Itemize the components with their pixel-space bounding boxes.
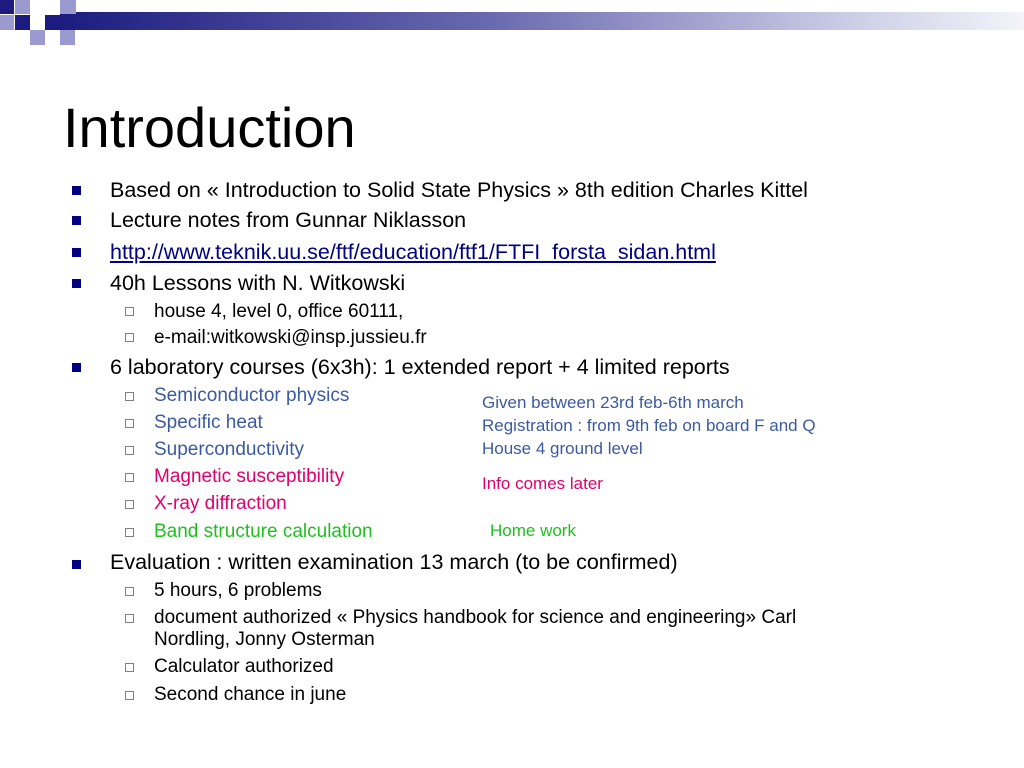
bullet-square-icon — [72, 560, 81, 569]
lab-course-item: Superconductivity — [154, 439, 304, 460]
sub-bullet-text: Calculator authorized — [154, 656, 334, 677]
decoration-square — [60, 0, 76, 14]
decoration-square — [15, 0, 30, 14]
sub-bullet-square-icon — [125, 614, 134, 623]
sub-bullet-text: 5 hours, 6 problems — [154, 580, 322, 601]
bullet-text: Based on « Introduction to Solid State P… — [110, 178, 808, 202]
bullet-text: Lecture notes from Gunnar Niklasson — [110, 208, 467, 232]
lab-schedule-note: Given between 23rd feb-6th march — [482, 393, 744, 412]
bullet-text: 40h Lessons with N. Witkowski — [110, 271, 406, 295]
lab-course-item: Specific heat — [154, 412, 263, 433]
sub-bullet-text-continued: Nordling, Jonny Osterman — [154, 629, 375, 650]
sub-bullet-square-icon — [125, 419, 134, 428]
sub-bullet-square-icon — [125, 446, 134, 455]
decoration-square — [45, 15, 60, 30]
sub-bullet-square-icon — [125, 691, 134, 700]
sub-bullet-square-icon — [125, 307, 134, 316]
decoration-square — [15, 15, 30, 30]
bullet-square-icon — [72, 279, 81, 288]
sub-bullet-square-icon — [125, 587, 134, 596]
bullet-square-icon — [72, 186, 81, 195]
bullet-text: Evaluation : written examination 13 marc… — [110, 550, 678, 574]
slide: Introduction Based on « Introduction to … — [0, 0, 1024, 768]
header-decoration — [60, 12, 1024, 30]
decoration-square — [60, 30, 75, 45]
home-work-note: Home work — [490, 521, 576, 540]
sub-bullet-text: e-mail:witkowski@insp.jussieu.fr — [154, 327, 427, 348]
decoration-square — [44, 0, 60, 14]
sub-bullet-square-icon — [125, 663, 134, 672]
bullet-square-icon — [72, 363, 81, 372]
slide-title: Introduction — [63, 96, 356, 159]
sub-bullet-square-icon — [125, 473, 134, 482]
lab-location-note: House 4 ground level — [482, 439, 643, 458]
bullet-square-icon — [72, 216, 81, 225]
sub-bullet-square-icon — [125, 392, 134, 401]
lab-course-item: Band structure calculation — [154, 521, 373, 542]
lab-course-item: Semiconductor physics — [154, 385, 350, 406]
sub-bullet-text: house 4, level 0, office 60111, — [154, 301, 404, 322]
lab-course-item: Magnetic susceptibility — [154, 466, 345, 487]
sub-bullet-text: document authorized « Physics handbook f… — [154, 607, 797, 628]
sub-bullet-square-icon — [125, 333, 134, 342]
lab-registration-note: Registration : from 9th feb on board F a… — [482, 416, 816, 435]
bullet-square-icon — [72, 248, 81, 257]
sub-bullet-square-icon — [125, 528, 134, 537]
decoration-square — [0, 15, 14, 30]
decoration-square — [0, 0, 14, 14]
info-later-note: Info comes later — [482, 474, 603, 493]
lab-course-item: X-ray diffraction — [154, 493, 287, 514]
bullet-text: 6 laboratory courses (6x3h): 1 extended … — [110, 355, 730, 379]
sub-bullet-square-icon — [125, 500, 134, 509]
sub-bullet-text: Second chance in june — [154, 684, 347, 705]
course-website-link[interactable]: http://www.teknik.uu.se/ftf/education/ft… — [110, 239, 716, 265]
decoration-square — [30, 30, 45, 45]
